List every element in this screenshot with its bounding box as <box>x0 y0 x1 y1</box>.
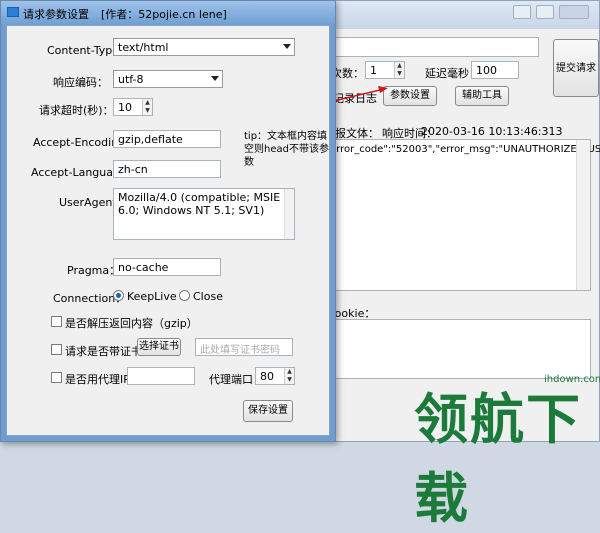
app-icon <box>7 7 19 17</box>
useragent-input[interactable]: Mozilla/4.0 (compatible; MSIE 6.0; Windo… <box>113 188 295 240</box>
watermark-url: ihdown.com <box>544 374 600 385</box>
content-type-select[interactable]: text/html <box>113 38 295 56</box>
encoding-select[interactable]: utf-8 <box>113 70 223 88</box>
useragent-scrollbar[interactable] <box>284 189 294 239</box>
keepalive-label: KeepLive <box>127 290 177 303</box>
keepalive-radio[interactable] <box>113 290 124 301</box>
close-radio[interactable] <box>179 290 190 301</box>
chevron-down-icon <box>283 44 291 49</box>
proxy-checkbox[interactable] <box>51 372 62 383</box>
dialog-title-bar: 请求参数设置 [作者：52pojie.cn lene] <box>1 1 335 25</box>
choose-cert-button[interactable]: 选择证书 <box>137 338 181 356</box>
chevron-down-icon <box>211 76 219 81</box>
pragma-input[interactable]: no-cache <box>113 258 221 276</box>
accept-language-input[interactable]: zh-cn <box>113 160 221 178</box>
cert-password-input[interactable]: 此处填写证书密码 <box>195 338 293 356</box>
close-label: Close <box>193 290 223 303</box>
cert-checkbox[interactable] <box>51 344 62 355</box>
timeout-input[interactable]: 10 ▲ ▼ <box>113 98 153 116</box>
proxy-ip-input[interactable] <box>127 367 195 385</box>
accept-encoding-input[interactable]: gzip,deflate <box>113 130 221 148</box>
gzip-label: 是否解压返回内容（gzip） <box>65 317 198 330</box>
dialog-body: Content-Type： text/html 响应编码： utf-8 请求超时… <box>6 25 330 436</box>
dialog-author: [作者：52pojie.cn lene] <box>101 8 227 21</box>
params-dialog: 请求参数设置 [作者：52pojie.cn lene] Content-Type… <box>0 0 336 442</box>
encoding-label: 响应编码： <box>53 76 108 89</box>
timeout-label: 请求超时(秒)： <box>39 104 114 117</box>
save-settings-button[interactable]: 保存设置 <box>243 400 293 422</box>
gzip-checkbox[interactable] <box>51 316 62 327</box>
dialog-title: 请求参数设置 <box>23 8 89 21</box>
tip-text: tip：文本框内容填空则head不带该参数 <box>244 131 329 168</box>
timeout-spinner[interactable]: ▲ ▼ <box>142 99 152 115</box>
proxy-port-input[interactable]: 80 ▲ ▼ <box>255 367 295 385</box>
watermark-logo: 领航下载 <box>414 387 582 530</box>
proxy-port-spinner[interactable]: ▲ ▼ <box>284 368 294 384</box>
